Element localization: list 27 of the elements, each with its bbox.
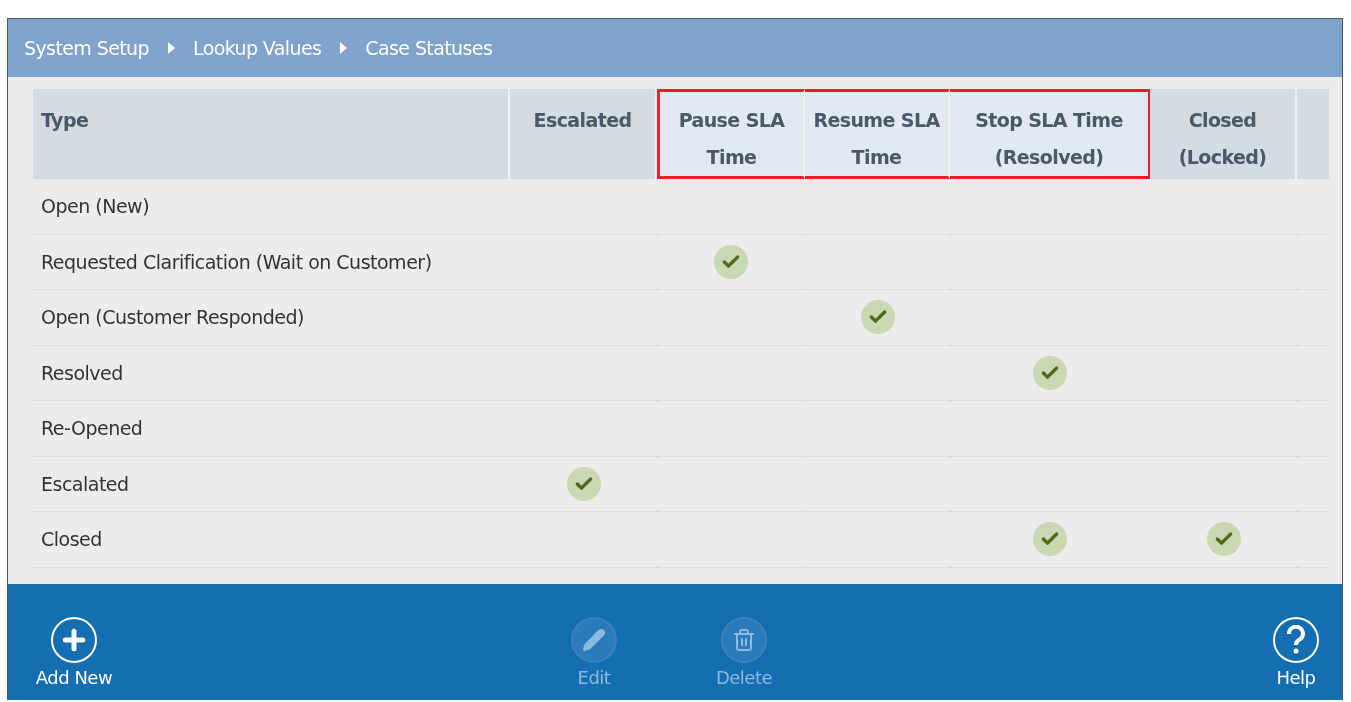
column-header[interactable]: Stop SLA Time (Resolved) (950, 89, 1150, 179)
table-cell: Open (Customer Responded) (33, 290, 510, 346)
chevron-icon (167, 42, 175, 54)
column-header[interactable]: Pause SLA Time (657, 89, 805, 179)
help-icon (1273, 617, 1319, 663)
check-icon (1033, 355, 1067, 390)
plus-icon (51, 617, 97, 663)
column-header[interactable]: Type (33, 89, 510, 179)
check-icon (714, 244, 748, 279)
help-button[interactable]: Help (1266, 617, 1326, 688)
table-cell: Closed (33, 512, 510, 568)
check-icon (860, 300, 895, 335)
add-new-button[interactable]: Add New (24, 617, 124, 688)
check-icon (1033, 522, 1067, 557)
table-cell: Requested Clarification (Wait on Customer) (33, 234, 510, 290)
check-icon (1206, 522, 1241, 557)
column-header[interactable]: Closed (Locked) (1150, 89, 1297, 179)
table-cell: Escalated (33, 456, 510, 512)
pencil-icon (571, 617, 617, 663)
trash-icon (721, 617, 767, 663)
check-icon (566, 466, 601, 501)
column-header[interactable]: Escalated (510, 89, 657, 179)
table-cell: Resolved (33, 345, 510, 401)
chevron-icon (339, 42, 348, 54)
column-header[interactable]: Resume SLA Time (805, 89, 950, 179)
table-cell: Re-Opened (33, 401, 510, 457)
table-cell: Open (New) (33, 179, 510, 235)
